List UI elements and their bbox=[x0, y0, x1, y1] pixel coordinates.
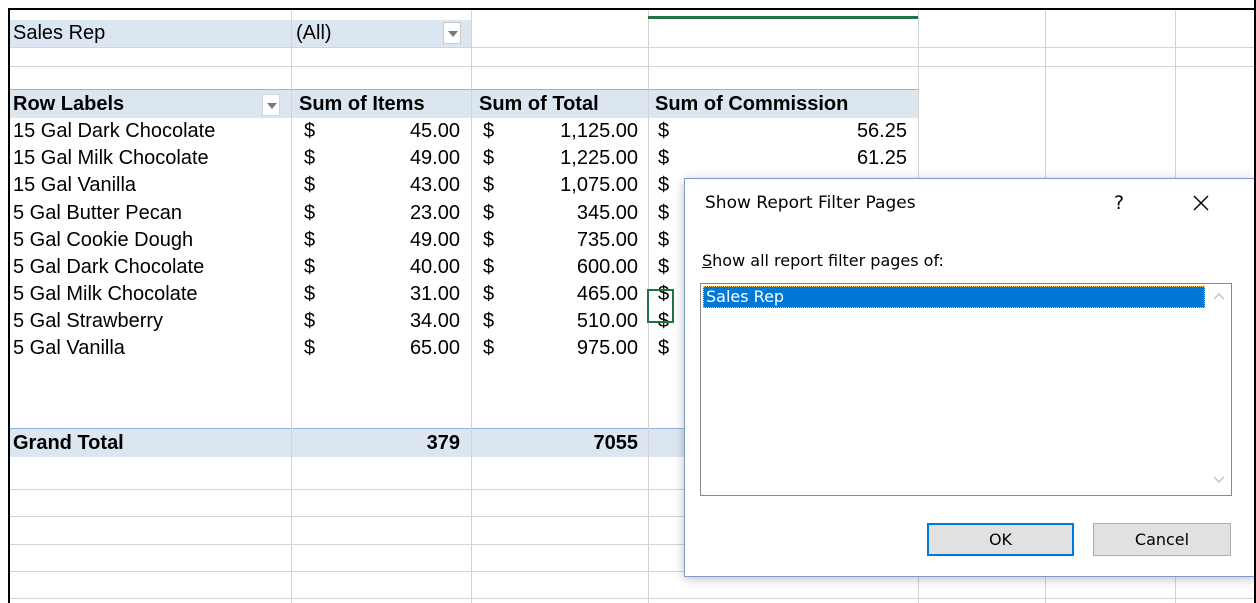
currency-symbol: $ bbox=[483, 337, 495, 359]
row-label: 15 Gal Milk Chocolate bbox=[13, 147, 209, 169]
currency-symbol: $ bbox=[483, 174, 495, 196]
items-value: 34.00 bbox=[409, 310, 460, 332]
currency-symbol: $ bbox=[304, 174, 316, 196]
total-value: 510.00 bbox=[576, 310, 638, 332]
row-label: 15 Gal Vanilla bbox=[13, 174, 137, 196]
selected-column-accent bbox=[648, 16, 918, 19]
currency-symbol: $ bbox=[658, 147, 670, 169]
total-value: 735.00 bbox=[576, 229, 638, 251]
items-value: 40.00 bbox=[409, 256, 460, 278]
items-value: 45.00 bbox=[409, 120, 460, 142]
currency-symbol: $ bbox=[658, 256, 670, 278]
items-value: 23.00 bbox=[409, 202, 460, 224]
header-sum-items: Sum of Items bbox=[299, 93, 425, 115]
header-sum-commission: Sum of Commission bbox=[655, 93, 849, 115]
header-top-rule bbox=[10, 89, 918, 90]
currency-symbol: $ bbox=[658, 120, 670, 142]
currency-symbol: $ bbox=[483, 147, 495, 169]
total-value: 1,125.00 bbox=[560, 120, 638, 142]
currency-symbol: $ bbox=[483, 283, 495, 305]
currency-symbol: $ bbox=[483, 310, 495, 332]
filter-dropdown-button[interactable] bbox=[443, 22, 461, 44]
row-label: 5 Gal Vanilla bbox=[13, 337, 125, 359]
total-value: 1,075.00 bbox=[560, 174, 638, 196]
items-value: 49.00 bbox=[409, 147, 460, 169]
filter-field-label: Sales Rep bbox=[13, 22, 106, 44]
currency-symbol: $ bbox=[658, 174, 670, 196]
close-button[interactable] bbox=[1181, 187, 1221, 219]
currency-symbol: $ bbox=[658, 202, 670, 224]
grand-total-items: 379 bbox=[426, 432, 460, 454]
cancel-button[interactable]: Cancel bbox=[1093, 523, 1231, 556]
filter-pages-prompt: Show all report filter pages of: bbox=[702, 251, 944, 270]
dropdown-arrow-icon bbox=[448, 31, 458, 37]
list-item[interactable]: Sales Rep bbox=[703, 286, 1205, 308]
items-value: 31.00 bbox=[409, 283, 460, 305]
items-value: 49.00 bbox=[409, 229, 460, 251]
currency-symbol: $ bbox=[483, 120, 495, 142]
header-row-labels: Row Labels bbox=[13, 93, 125, 115]
items-value: 43.00 bbox=[409, 174, 460, 196]
scroll-up-icon[interactable] bbox=[1213, 292, 1225, 300]
total-value: 1,225.00 bbox=[560, 147, 638, 169]
row-label: 5 Gal Cookie Dough bbox=[13, 229, 194, 251]
dropdown-arrow-icon bbox=[267, 103, 277, 109]
show-report-filter-pages-dialog: Show Report Filter Pages ? Show all repo… bbox=[684, 178, 1255, 577]
currency-symbol: $ bbox=[658, 229, 670, 251]
currency-symbol: $ bbox=[304, 120, 316, 142]
listbox-scrollbar[interactable] bbox=[1206, 284, 1231, 495]
currency-symbol: $ bbox=[658, 337, 670, 359]
row-label: 5 Gal Strawberry bbox=[13, 310, 164, 332]
commission-value: 61.25 bbox=[856, 147, 907, 169]
currency-symbol: $ bbox=[483, 256, 495, 278]
currency-symbol: $ bbox=[304, 202, 316, 224]
currency-symbol: $ bbox=[483, 229, 495, 251]
scroll-down-icon[interactable] bbox=[1213, 476, 1225, 484]
currency-symbol: $ bbox=[304, 147, 316, 169]
row-label: 5 Gal Butter Pecan bbox=[13, 202, 182, 224]
active-cell-selection[interactable] bbox=[647, 289, 674, 323]
grand-total-label: Grand Total bbox=[13, 432, 124, 454]
dialog-title: Show Report Filter Pages bbox=[705, 193, 916, 213]
currency-symbol: $ bbox=[304, 256, 316, 278]
total-value: 465.00 bbox=[576, 283, 638, 305]
prompt-accelerator: S bbox=[702, 251, 713, 270]
help-button[interactable]: ? bbox=[1101, 187, 1137, 219]
row-label: 5 Gal Milk Chocolate bbox=[13, 283, 198, 305]
filter-fields-listbox[interactable]: Sales Rep bbox=[700, 283, 1232, 496]
row-label: 15 Gal Dark Chocolate bbox=[13, 120, 216, 142]
total-value: 345.00 bbox=[576, 202, 638, 224]
total-value: 975.00 bbox=[576, 337, 638, 359]
items-value: 65.00 bbox=[409, 337, 460, 359]
row-labels-dropdown-button[interactable] bbox=[262, 94, 280, 116]
currency-symbol: $ bbox=[304, 229, 316, 251]
total-value: 600.00 bbox=[576, 256, 638, 278]
row-label: 5 Gal Dark Chocolate bbox=[13, 256, 205, 278]
close-icon bbox=[1193, 195, 1209, 211]
currency-symbol: $ bbox=[304, 337, 316, 359]
currency-symbol: $ bbox=[483, 202, 495, 224]
grand-total-total: 7055 bbox=[593, 432, 639, 454]
header-sum-total: Sum of Total bbox=[479, 93, 599, 115]
currency-symbol: $ bbox=[304, 283, 316, 305]
filter-field-value: (All) bbox=[296, 22, 332, 44]
commission-value: 56.25 bbox=[856, 120, 907, 142]
prompt-text: how all report filter pages of: bbox=[712, 251, 944, 270]
ok-button[interactable]: OK bbox=[927, 523, 1074, 556]
currency-symbol: $ bbox=[304, 310, 316, 332]
